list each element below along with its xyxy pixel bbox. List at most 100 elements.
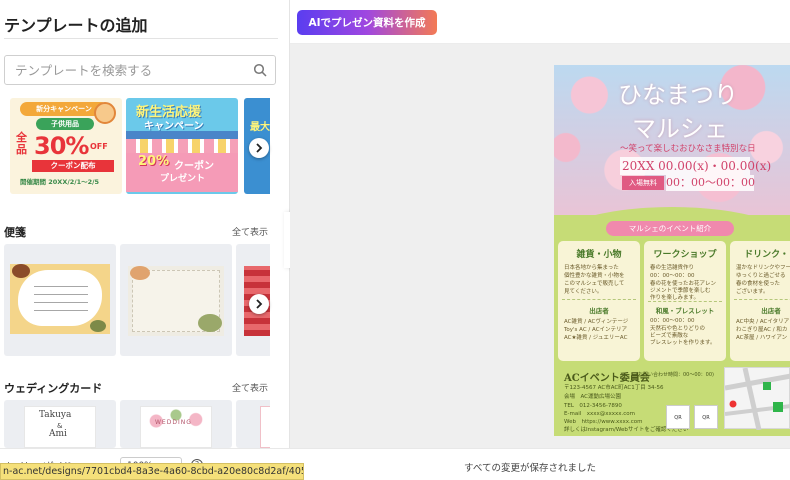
template-thumb-campaign-1[interactable]: 新分キャンペーン 子供用品 全品 30% OFF クーポン配布 開催期間 20X…: [10, 98, 122, 194]
section-title-wedding: ウェディングカード: [4, 380, 102, 396]
flyer-tagline[interactable]: ～笑って楽しむおひなさま特別な日: [620, 142, 756, 154]
stationery-template-row: [4, 244, 270, 358]
qr-code[interactable]: QR: [694, 405, 718, 429]
organizer-note[interactable]: (お問い合わせ時間：00～00：00): [636, 371, 714, 378]
thumb-text: 全品: [16, 132, 32, 156]
event-card[interactable]: ワークショップ 春の生活雑貨作り 00：00～00：00 春の花を使ったお花アレ…: [644, 241, 726, 361]
event-card-text: ゆっくりと過ごせる: [736, 271, 786, 279]
thumb-text: 30%: [34, 132, 88, 160]
thumb-decoration: [126, 131, 238, 139]
footer-text[interactable]: 〒123-4567 AC市AC町AC1丁目 34-56: [564, 383, 663, 391]
thumb-paper: [18, 270, 102, 326]
design-canvas[interactable]: ひなまつり マルシェ ～笑って楽しむおひなさま特別な日 20XX 00.00(x…: [290, 44, 790, 448]
event-card-text: ブレスレットを作ります。: [650, 338, 715, 346]
event-card-text: 見てください。: [564, 287, 602, 295]
hedgehog-illustration-icon: [130, 266, 150, 280]
template-panel: テンプレートの追加 新分キャンペーン 子供用品 全品 30% OFF クーポン配…: [0, 0, 290, 480]
template-thumb-wedding-2[interactable]: WEDDING: [120, 400, 232, 448]
ai-presentation-button[interactable]: AIでプレゼン資料を作成: [297, 10, 437, 35]
carousel-next-button[interactable]: [249, 138, 269, 158]
card-divider: [648, 301, 722, 302]
thumb-text: OFF: [90, 142, 108, 151]
show-all-wedding-link[interactable]: 全て表示: [232, 381, 268, 394]
event-card-text: 00：00～00：00: [650, 271, 695, 279]
show-all-stationery-link[interactable]: 全て表示: [232, 225, 268, 238]
free-entry-badge[interactable]: 入場無料: [622, 176, 664, 190]
event-card-text: AC茶屋 / ハワイアン: [736, 333, 787, 341]
qr-code[interactable]: QR: [666, 405, 690, 429]
flyer-title-line2[interactable]: マルシェ: [632, 109, 728, 144]
event-card-text: AC雑貨 / ACヴィンテージ: [564, 317, 628, 325]
event-card-title: ドリンク・フ: [730, 247, 790, 260]
chevron-right-icon: [255, 299, 263, 309]
thumb-text: 最大5: [250, 118, 270, 133]
child-illustration-icon: [94, 102, 116, 124]
event-card-text: わこぎり屋AC / 和カ: [736, 325, 787, 333]
animal-illustration-icon: [12, 264, 30, 278]
thumb-text: プレゼント: [160, 171, 205, 184]
event-card-subtitle: 和風・ブレスレット: [644, 305, 726, 315]
editor-toolbar: AIでプレゼン資料を作成: [290, 0, 790, 44]
event-card-subtitle: 出店者: [558, 305, 640, 315]
search-input[interactable]: [5, 56, 245, 84]
footer-text[interactable]: Web https://www.xxxx.com: [564, 417, 642, 425]
event-card-subtitle: 出店者: [730, 305, 790, 315]
thumb-text: Takuya: [39, 410, 71, 420]
save-status-text: すべての変更が保存されました: [464, 460, 596, 474]
flyer-title-line1[interactable]: ひなまつり: [618, 75, 738, 110]
thumb-text: 開催期間 20XX/2/1～2/5: [20, 176, 99, 186]
template-thumb-wedding-1[interactable]: Takuya & Ami: [4, 400, 116, 448]
thumb-text: Ami: [49, 429, 67, 439]
campaign-template-row: 新分キャンペーン 子供用品 全品 30% OFF クーポン配布 開催期間 20X…: [4, 98, 270, 200]
template-thumb-stationery-2[interactable]: [120, 244, 232, 356]
carousel-next-button[interactable]: [249, 294, 269, 314]
flyer-design[interactable]: ひなまつり マルシェ ～笑って楽しむおひなさま特別な日 20XX 00.00(x…: [554, 65, 790, 436]
template-search: [4, 55, 276, 85]
event-card-text: このマルシェで販売して: [564, 279, 624, 287]
thumb-card: WEDDING: [140, 406, 212, 448]
template-thumb-wedding-3[interactable]: [236, 400, 270, 448]
event-card-text: 春の生活雑貨作り: [650, 263, 694, 271]
template-thumb-stationery-1[interactable]: [4, 244, 116, 356]
section-title-stationery: 便箋: [4, 224, 26, 240]
thumb-text: クーポン配布: [32, 160, 114, 172]
thumb-text: 20%: [138, 154, 169, 169]
flyer-date[interactable]: 20XX 00.00(x)・00.00(x): [622, 157, 771, 174]
panel-title: テンプレートの追加: [4, 12, 148, 36]
event-card-title: 雑貨・小物: [558, 247, 640, 260]
event-card[interactable]: 雑貨・小物 日本各地から集まった 個性豊かな雑貨・小物を このマルシェで販売して…: [558, 241, 640, 361]
chevron-right-icon: [255, 143, 263, 153]
thumb-line: [34, 294, 88, 295]
event-card-text: 春の食材を使った: [736, 279, 780, 287]
thumb-text: クーポン: [174, 157, 214, 172]
search-icon[interactable]: [253, 63, 267, 77]
footer-text[interactable]: 会場 AC運動広場公園: [564, 392, 621, 400]
event-card[interactable]: ドリンク・フ 温かなドリンクやフード ゆっくりと過ごせる 春の食材を使った ござ…: [730, 241, 790, 361]
card-divider: [734, 299, 790, 300]
event-card-text: AC中央 / ACイタリア: [736, 317, 789, 325]
save-status-bar: すべての変更が保存されました: [290, 448, 790, 480]
flyer-time[interactable]: 00：00～00：00: [666, 175, 754, 191]
title-divider: [4, 38, 278, 39]
thumb-line: [34, 286, 88, 287]
footer-text[interactable]: E-mail xxxx@xxxxx.com: [564, 409, 635, 417]
wedding-template-row: Takuya & Ami WEDDING: [4, 400, 270, 448]
event-card-text: AC★雑貨 / ジュエリーAC: [564, 333, 627, 341]
event-card-title: ワークショップ: [644, 247, 726, 260]
status-url-bar: n-ac.net/designs/7701cbd4-8a3e-4a60-8cbd…: [0, 463, 304, 480]
town-illustration: [126, 139, 238, 153]
venue-map[interactable]: [724, 367, 790, 429]
thumb-text: WEDDING: [155, 419, 192, 426]
editor-app: テンプレートの追加 新分キャンペーン 子供用品 全品 30% OFF クーポン配…: [0, 0, 790, 480]
thumb-card: [260, 406, 270, 448]
template-thumb-campaign-2[interactable]: 新生活応援 キャンペーン 20% クーポン プレゼント: [126, 98, 238, 194]
thumb-card: [10, 264, 110, 334]
thumb-line: [34, 302, 88, 303]
thumb-text: 子供用品: [36, 118, 94, 130]
event-card-text: ございます。: [736, 287, 768, 295]
footer-text[interactable]: TEL 012-3456-7890: [564, 401, 622, 409]
event-card-text: 作りを楽しみます。: [650, 293, 699, 301]
thumb-line: [34, 310, 88, 311]
event-intro-pill[interactable]: マルシェのイベント紹介: [606, 221, 734, 236]
event-card-text: Toy's AC / ACインテリア: [564, 325, 627, 333]
